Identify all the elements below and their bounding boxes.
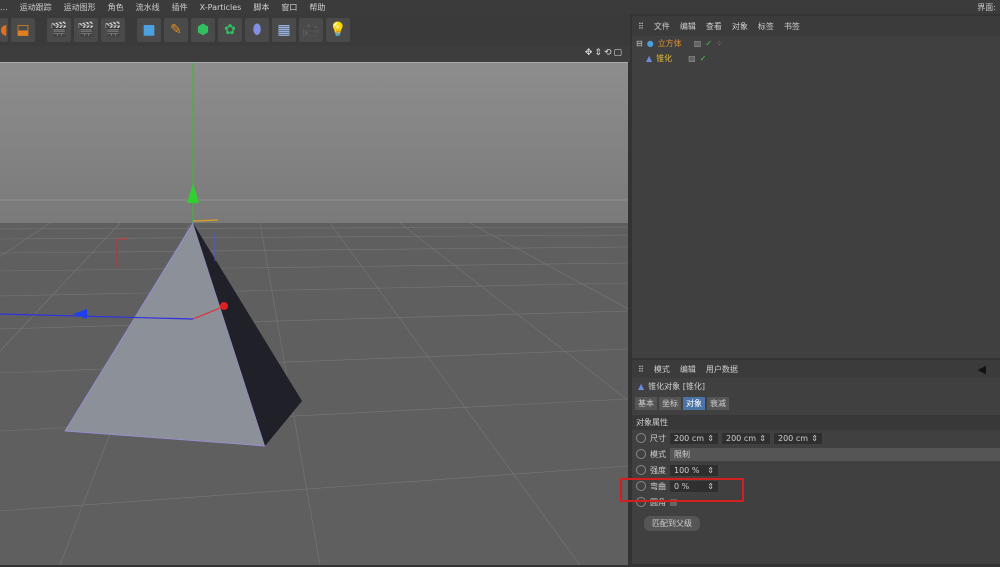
attribute-manager: ⠿ 模式 编辑 用户数据 ◀ ▲ 锥化对象 [锥化] 基本 坐标 对象 衰减 对象… <box>632 360 1000 564</box>
mode-label: 模式 <box>650 449 666 459</box>
tab-coord[interactable]: 坐标 <box>659 397 681 410</box>
menu-item[interactable]: 运动跟踪 <box>20 2 52 13</box>
object-manager: ⠿ 文件 编辑 查看 对象 标签 书签 ⊟ ● 立方体 ▨ ✓ ⁘ ▲ 锥化 ▨ ✓ <box>632 16 1000 358</box>
deformer-icon[interactable]: ⬮ <box>245 18 269 42</box>
match-to-parent-button[interactable]: 匹配到父级 <box>644 516 700 531</box>
array-icon[interactable]: ✿ <box>218 18 242 42</box>
floor-icon[interactable]: ▦ <box>272 18 296 42</box>
layout-label[interactable]: 界面: <box>977 2 996 13</box>
object-row-taper[interactable]: ▲ 锥化 ▨ ✓ <box>632 51 1000 66</box>
om-menu-edit[interactable]: 编辑 <box>680 21 696 32</box>
light-icon[interactable]: 💡 <box>326 18 350 42</box>
viewport-header: ✥⇕⟲▢ <box>0 46 630 62</box>
coordinate-icon[interactable]: ⬓ <box>11 18 35 42</box>
tab-basic[interactable]: 基本 <box>635 397 657 410</box>
visibility-icon[interactable]: ▨ <box>688 54 696 63</box>
back-arrow-icon[interactable]: ◀ <box>978 363 986 376</box>
highlight-box <box>620 478 744 502</box>
menu-item[interactable]: 流水线 <box>136 2 160 13</box>
om-menu-object[interactable]: 对象 <box>732 21 748 32</box>
menu-item[interactable]: 运动图形 <box>64 2 96 13</box>
section-title: 对象属性 <box>632 415 1000 430</box>
am-menu-userdata[interactable]: 用户数据 <box>706 364 738 375</box>
render-picture-queue-icon[interactable]: 🎬 <box>74 18 98 42</box>
strength-label: 强度 <box>650 465 666 475</box>
size-label: 尺寸 <box>650 433 666 443</box>
cube-object-icon: ● <box>646 39 654 48</box>
viewport-scene <box>0 63 1000 566</box>
om-menu-tags[interactable]: 标签 <box>758 21 774 32</box>
size-y-field[interactable]: 200 cm ⇕ <box>722 432 770 444</box>
taper-object-icon: ▲ <box>646 54 653 63</box>
om-menu-view[interactable]: 查看 <box>706 21 722 32</box>
animate-radio[interactable] <box>636 433 646 443</box>
3d-viewport[interactable] <box>0 62 1000 566</box>
menu-item[interactable]: X-Particles <box>200 3 242 12</box>
menu-item[interactable]: 插件 <box>172 2 188 13</box>
om-menu-bookmarks[interactable]: 书签 <box>784 21 800 32</box>
sky <box>0 63 628 223</box>
om-menu-file[interactable]: 文件 <box>654 21 670 32</box>
taper-object-icon: ▲ <box>638 381 645 391</box>
object-name[interactable]: 立方体 <box>658 38 690 49</box>
mode-dropdown[interactable]: 限制 <box>670 447 1000 461</box>
size-z-field[interactable]: 200 cm ⇕ <box>774 432 822 444</box>
menu-item[interactable]: 角色 <box>108 2 124 13</box>
size-property: 尺寸 200 cm ⇕ 200 cm ⇕ 200 cm ⇕ <box>632 430 1000 446</box>
visibility-icon[interactable]: ▨ <box>694 39 702 48</box>
pen-icon[interactable]: ✎ <box>164 18 188 42</box>
animate-radio[interactable] <box>636 465 646 475</box>
x-axis-handle[interactable] <box>220 302 228 310</box>
object-title: 锥化对象 [锥化] <box>648 381 705 391</box>
am-menu-edit[interactable]: 编辑 <box>680 364 696 375</box>
tag-icon[interactable]: ⁘ <box>716 39 723 48</box>
object-row-cube[interactable]: ⊟ ● 立方体 ▨ ✓ ⁘ <box>632 36 1000 51</box>
viewport-nav-icons[interactable]: ✥⇕⟲▢ <box>585 48 624 58</box>
menu-item[interactable]: 窗口 <box>281 2 297 13</box>
undo-icon[interactable]: ◖ <box>0 18 8 42</box>
toolbar: ◖ ⬓ 🎬 🎬 🎬 ■ ✎ ⬢ ✿ ⬮ ▦ 🎥 💡 <box>0 14 630 46</box>
render-view-icon[interactable]: 🎬 <box>47 18 71 42</box>
strength-field[interactable]: 100 % ⇕ <box>670 464 718 476</box>
enabled-check-icon[interactable]: ✓ <box>700 54 707 63</box>
object-name[interactable]: 锥化 <box>656 53 684 64</box>
menu-bar: ... 运动跟踪 运动图形 角色 流水线 插件 X-Particles 脚本 窗… <box>0 0 1000 14</box>
menu-item[interactable]: 脚本 <box>253 2 269 13</box>
camera-icon[interactable]: 🎥 <box>299 18 323 42</box>
grip-icon[interactable]: ⠿ <box>638 365 644 374</box>
tab-object[interactable]: 对象 <box>683 397 705 410</box>
collapse-icon[interactable]: ⊟ <box>636 39 643 48</box>
size-x-field[interactable]: 200 cm ⇕ <box>670 432 718 444</box>
render-settings-icon[interactable]: 🎬 <box>101 18 125 42</box>
menu-item[interactable]: 帮助 <box>309 2 325 13</box>
animate-radio[interactable] <box>636 449 646 459</box>
grip-icon[interactable]: ⠿ <box>638 22 644 31</box>
cube-icon[interactable]: ■ <box>137 18 161 42</box>
menu-item[interactable]: ... <box>0 3 8 12</box>
am-menu-mode[interactable]: 模式 <box>654 364 670 375</box>
tab-falloff[interactable]: 衰减 <box>707 397 729 410</box>
subdivision-icon[interactable]: ⬢ <box>191 18 215 42</box>
enabled-check-icon[interactable]: ✓ <box>705 39 712 48</box>
